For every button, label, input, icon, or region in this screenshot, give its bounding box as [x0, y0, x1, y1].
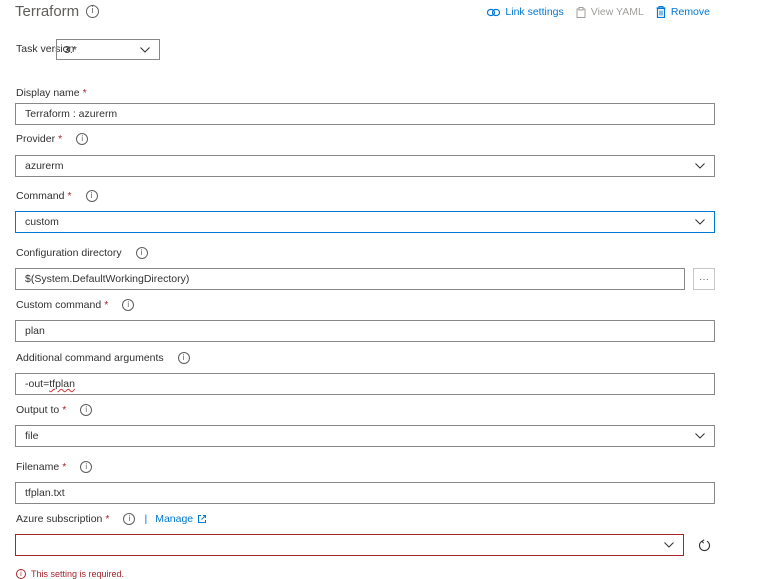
additional-args-label-text: Additional command arguments	[16, 352, 164, 364]
info-icon[interactable]: i	[86, 5, 100, 18]
custom-command-label-text: Custom command	[16, 299, 102, 311]
custom-command-input[interactable]: plan	[15, 320, 715, 342]
manage-link[interactable]: Manage	[155, 513, 207, 525]
external-link-icon	[198, 515, 207, 523]
info-icon[interactable]: i	[123, 513, 136, 525]
config-dir-value: $(System.DefaultWorkingDirectory)	[25, 273, 190, 285]
clipboard-icon	[576, 6, 586, 18]
header-actions: Link settings View YAML Remove	[475, 6, 710, 18]
chevron-down-icon	[695, 219, 705, 225]
additional-args-prefix: -out=	[25, 378, 50, 390]
display-name-label-text: Display name	[16, 87, 80, 99]
command-select[interactable]: custom	[15, 211, 715, 233]
remove-label: Remove	[670, 6, 710, 18]
more-icon: ···	[699, 273, 709, 285]
output-to-label: Output to * i	[16, 404, 93, 416]
filename-label-text: Filename	[16, 461, 60, 473]
info-icon[interactable]: i	[135, 247, 148, 259]
separator: |	[144, 513, 148, 525]
required-mark: *	[58, 133, 63, 145]
chevron-down-icon	[695, 163, 705, 169]
info-icon[interactable]: i	[177, 352, 190, 364]
display-name-input[interactable]: Terraform : azurerm	[15, 103, 715, 125]
link-icon	[487, 8, 501, 16]
output-to-select[interactable]: file	[15, 425, 715, 447]
filename-value: tfplan.txt	[25, 487, 65, 499]
info-icon[interactable]: i	[76, 133, 89, 145]
config-dir-input[interactable]: $(System.DefaultWorkingDirectory)	[15, 268, 685, 290]
provider-label: Provider * i	[16, 133, 89, 145]
display-name-label: Display name *	[16, 87, 87, 99]
provider-select[interactable]: azurerm	[15, 155, 715, 177]
output-to-value: file	[25, 430, 39, 442]
info-icon[interactable]: i	[122, 299, 135, 311]
task-version-select[interactable]: 3.*	[56, 39, 160, 60]
azure-subscription-label-text: Azure subscription	[16, 513, 103, 525]
provider-value: azurerm	[25, 160, 64, 172]
required-mark: *	[62, 461, 67, 473]
task-version-value: 3.*	[64, 43, 77, 56]
link-settings-label: Link settings	[505, 6, 564, 18]
azure-subscription-label: Azure subscription * i | Manage	[16, 513, 207, 525]
chevron-down-icon	[664, 542, 674, 548]
config-dir-label: Configuration directory i	[16, 247, 148, 259]
custom-command-value: plan	[25, 325, 45, 337]
required-mark: *	[104, 299, 109, 311]
required-mark: *	[67, 190, 72, 202]
refresh-icon	[698, 538, 710, 551]
required-mark: *	[62, 404, 67, 416]
filename-label: Filename * i	[16, 461, 93, 473]
refresh-button[interactable]	[693, 534, 715, 556]
chevron-down-icon	[695, 433, 705, 439]
browse-button[interactable]: ···	[693, 268, 715, 290]
display-name-value: Terraform : azurerm	[25, 108, 118, 120]
info-icon[interactable]: i	[80, 404, 93, 416]
output-to-label-text: Output to	[16, 404, 60, 416]
filename-input[interactable]: tfplan.txt	[15, 482, 715, 504]
config-dir-label-text: Configuration directory	[16, 247, 122, 259]
additional-args-label: Additional command arguments i	[16, 352, 190, 364]
chevron-down-icon	[140, 47, 150, 53]
provider-label-text: Provider	[16, 133, 56, 145]
required-mark: *	[105, 513, 110, 525]
info-icon[interactable]: i	[85, 190, 98, 202]
required-mark: *	[82, 87, 87, 99]
task-title: Terraform i	[15, 3, 100, 20]
command-label: Command * i	[16, 190, 98, 202]
manage-label: Manage	[155, 513, 194, 525]
view-yaml-label: View YAML	[590, 6, 644, 18]
additional-args-word: tfplan	[49, 378, 75, 390]
info-icon[interactable]: i	[80, 461, 93, 473]
link-settings-button[interactable]: Link settings	[487, 6, 564, 18]
additional-args-input[interactable]: -out= tfplan	[15, 373, 715, 395]
command-label-text: Command	[16, 190, 65, 202]
view-yaml-button[interactable]: View YAML	[576, 6, 644, 18]
task-title-text: Terraform	[15, 3, 80, 20]
custom-command-label: Custom command * i	[16, 299, 135, 311]
azure-subscription-select[interactable]	[15, 534, 684, 556]
remove-button[interactable]: Remove	[656, 6, 710, 18]
command-value: custom	[25, 216, 59, 228]
trash-icon	[656, 6, 666, 18]
